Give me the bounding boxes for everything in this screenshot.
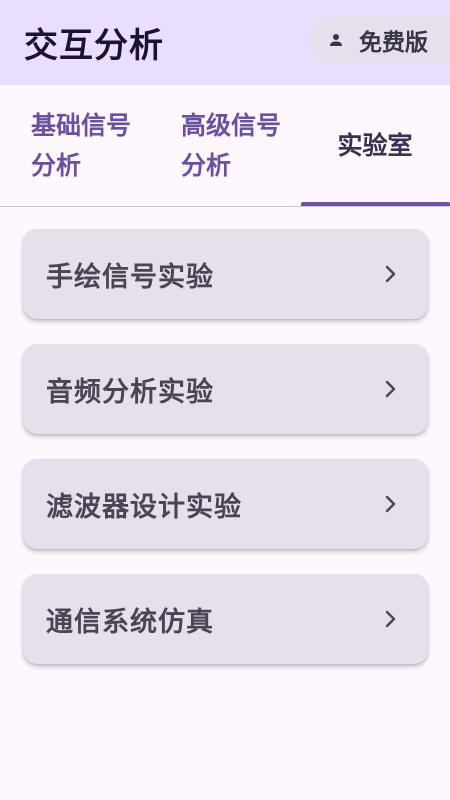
tab-basic-signal-analysis[interactable]: 基础信号分析 — [0, 85, 150, 207]
top-app-bar: 交互分析 免费版 — [0, 0, 450, 85]
lab-item-filter-design[interactable]: 滤波器设计实验 — [23, 459, 428, 549]
plan-label: 免费版 — [359, 30, 428, 56]
chevron-right-icon — [385, 380, 396, 398]
lab-item-communication-simulation[interactable]: 通信系统仿真 — [23, 574, 428, 664]
lab-item-audio-analysis[interactable]: 音频分析实验 — [23, 344, 428, 434]
lab-item-label: 手绘信号实验 — [46, 261, 214, 293]
app-screen: 交互分析 免费版 基础信号分析 高级信号分析 实验室 手绘信号实验 音频分析实验 — [0, 0, 450, 800]
chevron-right-icon — [385, 265, 396, 283]
app-title: 交互分析 — [24, 26, 164, 66]
lab-item-label: 音频分析实验 — [46, 376, 214, 408]
plan-chip[interactable]: 免费版 — [309, 16, 450, 64]
chevron-right-icon — [385, 610, 396, 628]
tab-advanced-signal-analysis[interactable]: 高级信号分析 — [150, 85, 300, 207]
tab-indicator — [301, 202, 450, 206]
tab-label: 基础信号分析 — [31, 111, 132, 180]
tab-lab[interactable]: 实验室 — [300, 85, 450, 207]
lab-item-label: 通信系统仿真 — [46, 606, 214, 638]
tab-label: 实验室 — [337, 131, 413, 160]
lab-item-hand-drawn-signal[interactable]: 手绘信号实验 — [23, 229, 428, 319]
tab-bar: 基础信号分析 高级信号分析 实验室 — [0, 85, 450, 207]
person-icon — [330, 34, 342, 46]
tab-label: 高级信号分析 — [181, 111, 282, 180]
chevron-right-icon — [385, 495, 396, 513]
lab-item-label: 滤波器设计实验 — [46, 491, 242, 523]
